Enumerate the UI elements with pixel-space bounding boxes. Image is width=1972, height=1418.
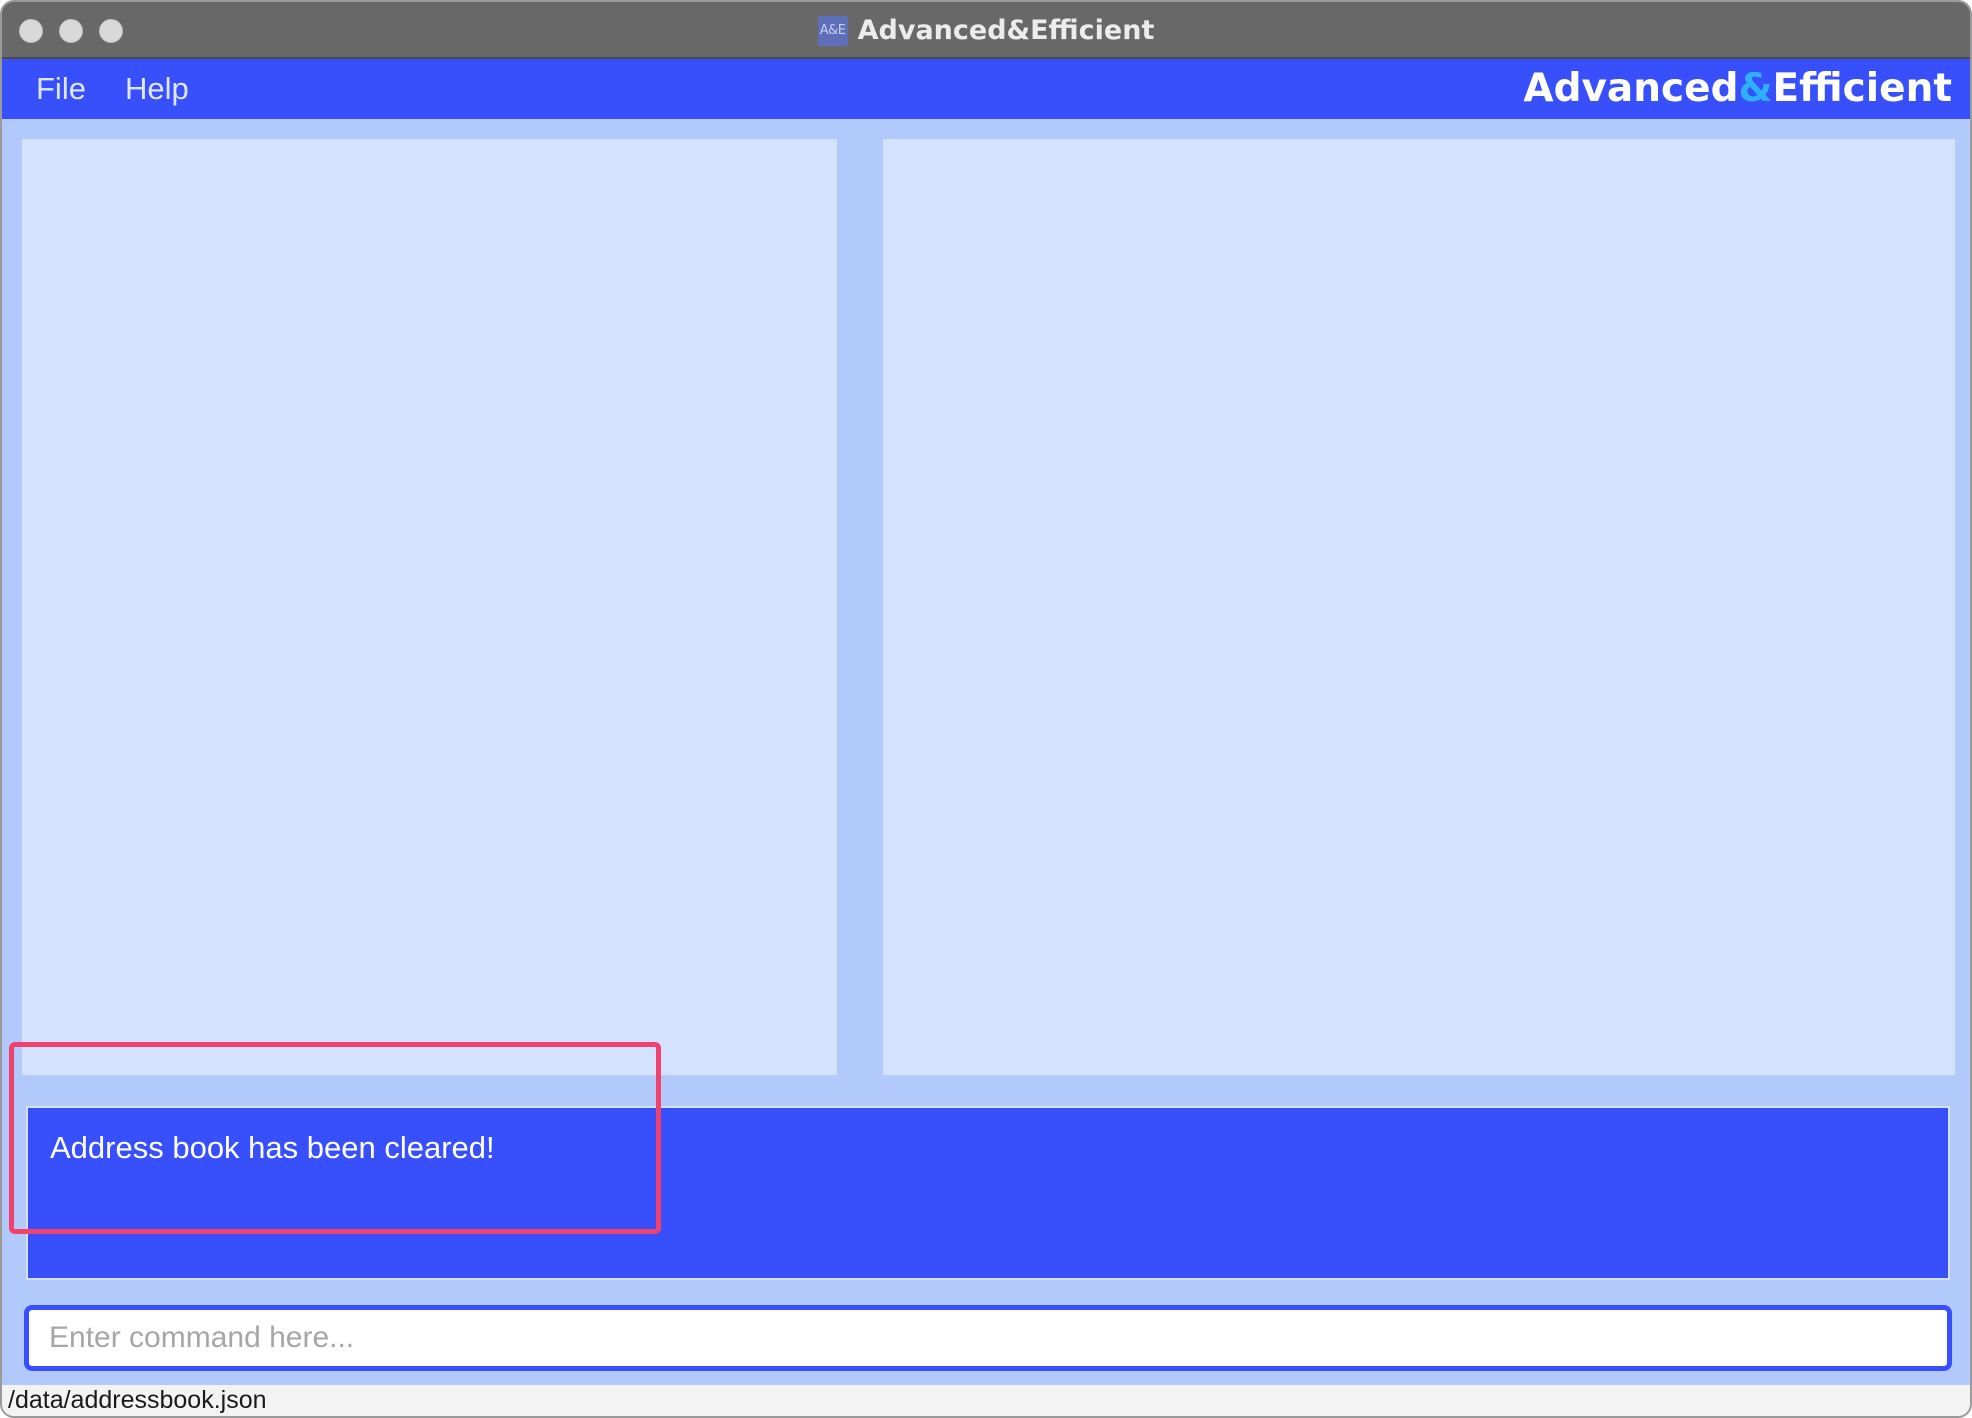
menu-bar: File Help Advanced&Efficient <box>2 59 1970 119</box>
window-title: Advanced&Efficient <box>857 15 1155 46</box>
menu-help[interactable]: Help <box>125 71 189 107</box>
person-list-panel[interactable] <box>22 139 837 1075</box>
command-input[interactable] <box>24 1305 1952 1371</box>
brand-part-advanced: Advanced <box>1523 66 1739 111</box>
app-window: A&E Advanced&Efficient File Help Advance… <box>0 0 1972 1418</box>
app-logo-icon: A&E <box>817 15 848 46</box>
save-file-path: /data/addressbook.json <box>8 1386 267 1414</box>
menu-file[interactable]: File <box>36 71 86 107</box>
brand-logo: Advanced&Efficient <box>1523 66 1952 111</box>
status-bar: /data/addressbook.json <box>2 1385 1970 1416</box>
brand-part-efficient: Efficient <box>1772 66 1952 111</box>
title-bar: A&E Advanced&Efficient <box>2 2 1970 59</box>
window-title-group: A&E Advanced&Efficient <box>2 2 1970 59</box>
highlight-annotation-box <box>9 1042 661 1234</box>
brand-ampersand: & <box>1738 66 1773 111</box>
detail-panel[interactable] <box>883 139 1955 1075</box>
